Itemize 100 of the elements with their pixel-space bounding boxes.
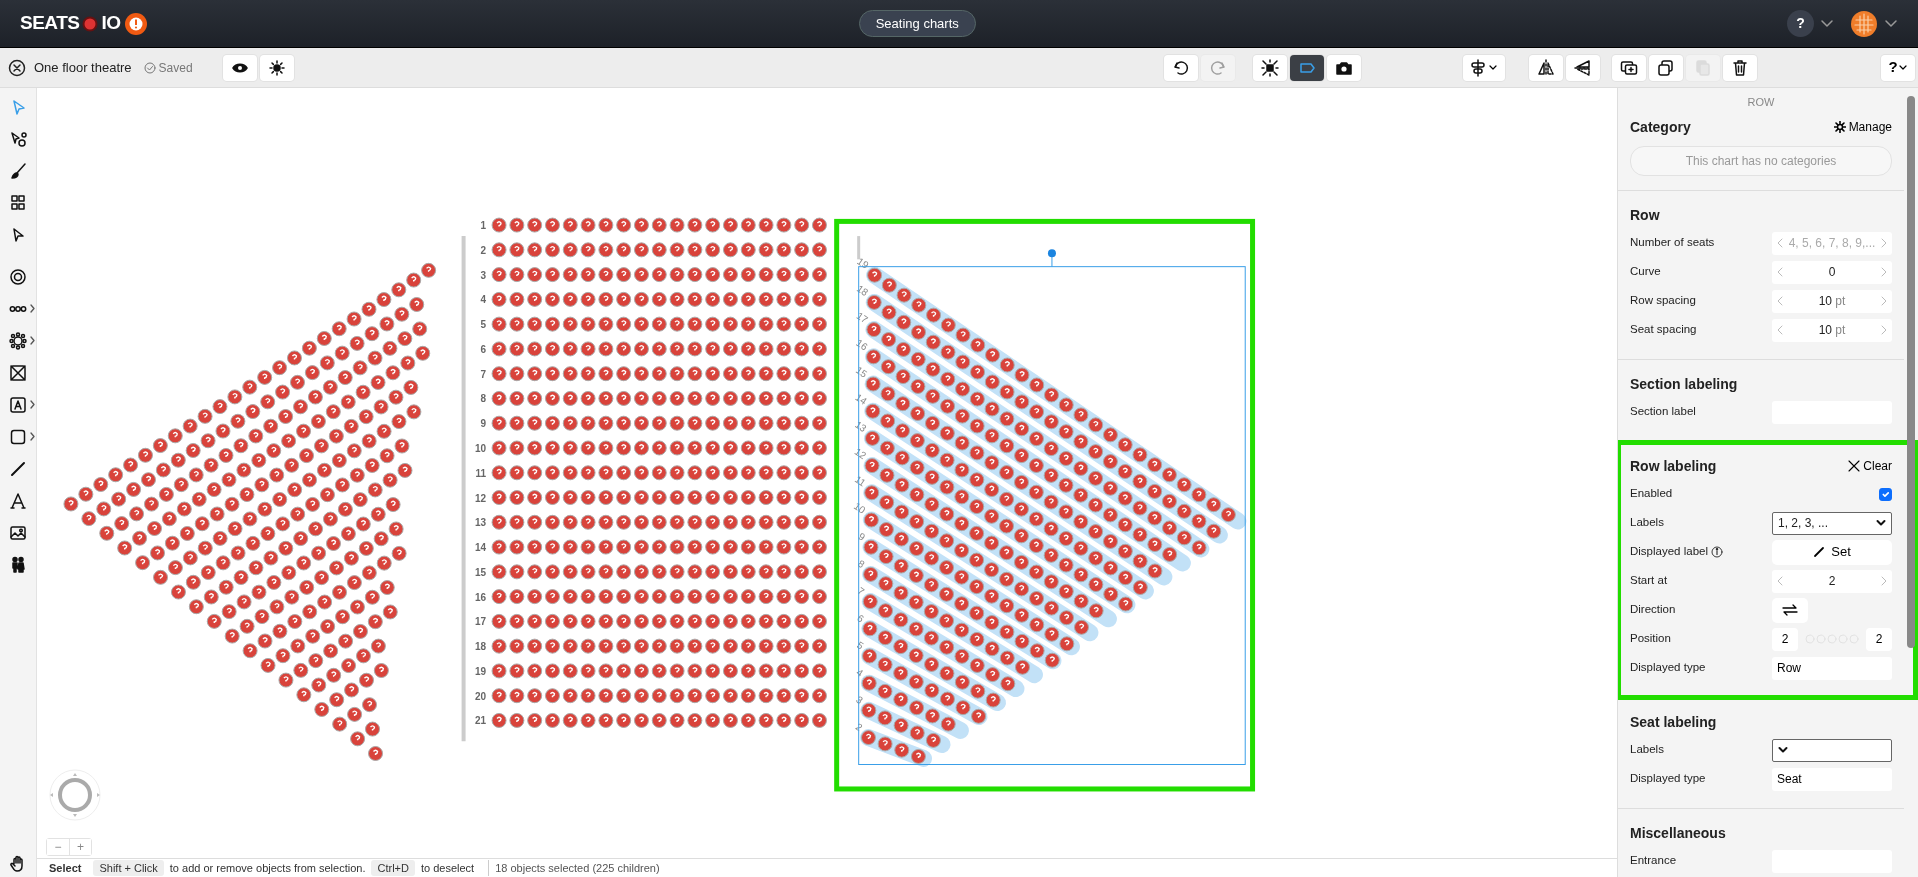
add-copy-button[interactable]	[1611, 54, 1646, 81]
seat-section-drawing[interactable]	[834, 218, 1256, 792]
camera-button[interactable]	[1326, 54, 1361, 81]
help-button[interactable]: ?	[1787, 10, 1814, 37]
position-end-button[interactable]: 2	[1866, 627, 1892, 651]
field-label: Labels	[1630, 742, 1664, 758]
field-label: Labels	[1630, 515, 1664, 531]
row-label: 15	[475, 566, 487, 578]
row-label: 10	[475, 443, 487, 454]
section-title: Category	[1630, 117, 1691, 137]
submenu-caret-icon	[30, 432, 35, 441]
seat-grid-icon	[9, 193, 27, 212]
chevron-down-icon[interactable]	[1820, 18, 1834, 29]
sun-button[interactable]	[259, 54, 294, 81]
eye-button[interactable]	[222, 54, 257, 81]
image-icon	[9, 523, 27, 542]
row-label: 20	[475, 690, 487, 702]
row-label: 9	[480, 418, 487, 430]
save-status: Saved	[158, 59, 193, 77]
flip-vertical-button[interactable]	[1565, 54, 1600, 81]
add-copy-icon	[1619, 58, 1638, 77]
swap-direction-button[interactable]	[1772, 597, 1808, 623]
row-label: 2	[480, 244, 487, 256]
check-icon	[143, 61, 156, 74]
rotate-handle[interactable]	[1047, 249, 1056, 268]
submenu-caret-icon	[30, 304, 35, 313]
row-label: 18	[854, 282, 871, 299]
round-table-icon	[9, 331, 27, 350]
info-icon[interactable]	[1711, 546, 1723, 558]
chart-name: One floor theatre	[34, 58, 132, 77]
set-button[interactable]: Set	[1772, 539, 1892, 565]
flip-horizontal-button[interactable]	[1528, 54, 1563, 81]
row-label: 4	[480, 294, 487, 306]
row-label: 19	[855, 255, 871, 271]
logo-text: IO	[101, 11, 121, 36]
line-icon	[9, 459, 27, 478]
chevron-down-icon[interactable]	[1884, 18, 1898, 29]
submenu-caret-icon	[30, 400, 35, 409]
row-label: 14	[853, 391, 869, 407]
position-start-button[interactable]: 2	[1772, 627, 1798, 651]
trash-icon	[1730, 58, 1749, 77]
field-label: Section label	[1630, 404, 1696, 420]
field-label: Displayed label	[1630, 544, 1708, 560]
selection-info: 18 objects selected (225 children)	[488, 859, 660, 877]
alert-badge-icon	[123, 11, 148, 36]
row-label: 14	[475, 542, 487, 554]
align-icon	[1468, 58, 1487, 77]
avatar[interactable]	[1850, 9, 1878, 38]
row-label: 11	[475, 467, 487, 479]
tag-button[interactable]	[1289, 54, 1324, 81]
row-label: 13	[475, 517, 487, 529]
people-icon	[9, 555, 27, 574]
dropdown[interactable]: 1, 2, 3, ...	[1772, 511, 1892, 535]
undo-button[interactable]	[1163, 54, 1198, 81]
field-label: Entrance	[1630, 853, 1677, 869]
section-title: Row labeling	[1630, 456, 1717, 476]
row-label: 11	[853, 473, 868, 489]
row-label: 17	[475, 616, 487, 628]
field-label: Direction	[1630, 602, 1676, 618]
manage-button[interactable]: Manage	[1833, 118, 1892, 136]
section-title: Miscellaneous	[1630, 823, 1726, 843]
row-label: 17	[854, 309, 870, 326]
scrollbar[interactable]	[1907, 96, 1915, 648]
submenu-caret-icon	[30, 336, 35, 345]
close-icon	[1848, 460, 1861, 472]
section-title: Seat labeling	[1630, 712, 1717, 732]
dropdown[interactable]	[1772, 738, 1892, 762]
row-label: 4	[854, 666, 866, 679]
row-label: 16	[854, 337, 870, 353]
row-label: 6	[480, 343, 487, 355]
zoom-in-button[interactable]: +	[69, 839, 91, 855]
duplicate-icon	[1656, 58, 1675, 77]
text-field[interactable]: Row	[1772, 656, 1892, 680]
seat-section-drawing[interactable]	[63, 262, 437, 761]
shortcut-key: Shift + Click	[93, 859, 164, 877]
empty-categories-note: This chart has no categories	[1630, 145, 1892, 176]
crossed-box-icon	[9, 363, 27, 382]
field-label: Number of seats	[1630, 235, 1715, 251]
text-field[interactable]: Seat	[1772, 767, 1892, 791]
checkbox[interactable]	[1879, 487, 1892, 501]
seating-charts-button[interactable]: Seating charts	[858, 9, 976, 38]
seat-section-drawing[interactable]	[491, 217, 827, 728]
duplicate-button[interactable]	[1648, 54, 1683, 81]
row-label: 5	[480, 319, 487, 331]
help-button[interactable]: ?	[1881, 54, 1915, 81]
row-label: 3	[480, 269, 487, 281]
focus-button[interactable]	[1252, 54, 1287, 81]
mode-label: Select	[49, 860, 82, 876]
align-button[interactable]	[1462, 54, 1505, 81]
clear-button[interactable]: Clear	[1848, 457, 1892, 475]
row-label: 15	[853, 364, 870, 380]
field-label: Displayed type	[1630, 771, 1706, 787]
pencil-icon	[1813, 546, 1826, 558]
trash-button[interactable]	[1722, 54, 1757, 81]
close-icon[interactable]	[8, 58, 26, 77]
caret-icon	[1778, 746, 1788, 754]
section-title: Row	[1630, 205, 1660, 225]
circle-icon	[9, 267, 27, 286]
row-label: 1	[480, 220, 487, 232]
row-label: 12	[852, 445, 869, 462]
